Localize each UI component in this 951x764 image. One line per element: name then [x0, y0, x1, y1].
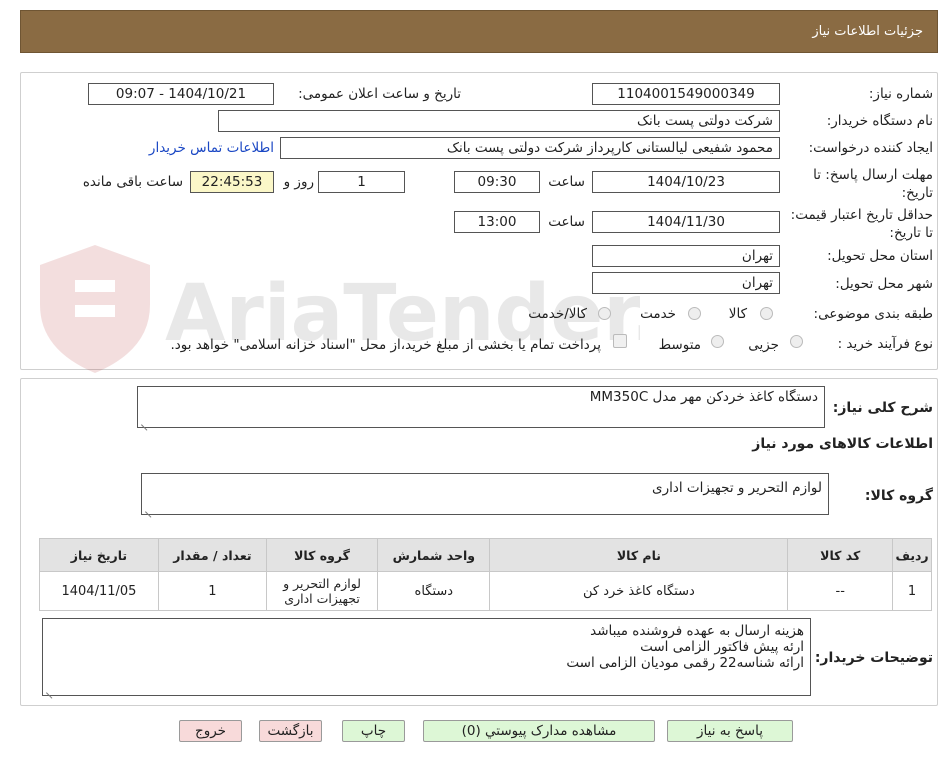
- category-both-radio[interactable]: [598, 307, 611, 320]
- buyer-notes-textarea: هزینه ارسال به عهده فروشنده میباشد ارئه …: [42, 618, 811, 696]
- remaining-time-field: 22:45:53: [190, 171, 274, 193]
- resize-grip-icon: [145, 504, 153, 512]
- print-button[interactable]: چاپ: [342, 720, 405, 742]
- summary-text: دستگاه کاغذ خردکن مهر مدل MM350C: [589, 389, 818, 405]
- validity-time-field: 13:00: [454, 211, 540, 233]
- cell-unit: دستگاه: [377, 571, 491, 611]
- creator-field: محمود شفیعی لیالستانی کارپرداز شرکت دولت…: [280, 137, 780, 159]
- summary-label: شرح کلی نیاز:: [832, 400, 933, 416]
- buyer-note-line: ارئه پیش فاکتور الزامی است: [640, 639, 804, 655]
- category-goods-radio[interactable]: [760, 307, 773, 320]
- days-label: روز و: [283, 174, 314, 190]
- page-title: جزئیات اطلاعات نیاز: [812, 24, 923, 39]
- items-table-header: ردیف کد کالا نام کالا واحد شمارش گروه کا…: [39, 538, 932, 572]
- remaining-time-label: ساعت باقی مانده: [82, 174, 183, 190]
- buyer-org-field: شرکت دولتی پست بانک: [218, 110, 780, 132]
- province-label: استان محل تحویل:: [827, 248, 933, 264]
- goods-group-label: گروه کالا:: [864, 488, 933, 504]
- validity-date-field: 1404/11/30: [592, 211, 780, 233]
- goods-group-textarea: لوازم التحریر و تجهیزات اداری: [141, 473, 829, 515]
- category-label: طبقه بندی موضوعی:: [813, 306, 933, 322]
- view-attachments-button[interactable]: مشاهده مدارک پیوستي (0): [423, 720, 655, 742]
- announce-label: تاریخ و ساعت اعلان عمومی:: [298, 86, 461, 102]
- need-number-label: شماره نیاز:: [868, 86, 933, 102]
- category-goods-label: کالا: [728, 306, 747, 322]
- city-field: تهران: [592, 272, 780, 294]
- creator-label: ایجاد کننده درخواست:: [808, 140, 933, 156]
- col-name-header: نام کالا: [489, 538, 789, 572]
- announce-datetime-field: 1404/10/21 - 09:07: [88, 83, 274, 105]
- process-medium-radio[interactable]: [711, 335, 724, 348]
- goods-group-text: لوازم التحریر و تجهیزات اداری: [652, 480, 822, 496]
- process-medium-label: متوسط: [658, 337, 701, 353]
- reply-deadline-label: مهلت ارسال پاسخ: تا تاریخ:: [813, 167, 933, 201]
- page-header: جزئیات اطلاعات نیاز: [20, 10, 938, 53]
- goods-info-title: اطلاعات کالاهای مورد نیاز: [752, 436, 933, 452]
- col-row-header: ردیف: [892, 538, 932, 572]
- exit-button[interactable]: خروج: [179, 720, 242, 742]
- validity-time-label: ساعت: [548, 214, 585, 230]
- buyer-org-label: نام دستگاه خریدار:: [826, 113, 933, 129]
- reply-time-field: 09:30: [454, 171, 540, 193]
- need-number-field: 1104001549000349: [592, 83, 780, 105]
- days-remaining-field: 1: [318, 171, 405, 193]
- cell-row: 1: [892, 571, 932, 611]
- process-label: نوع فرآیند خرید :: [837, 336, 933, 352]
- col-group-header: گروه کالا: [265, 538, 379, 572]
- col-qty-header: تعداد / مقدار: [157, 538, 267, 572]
- resize-grip-icon: [46, 685, 54, 693]
- category-service-radio[interactable]: [688, 307, 701, 320]
- cell-code: --: [787, 571, 894, 611]
- category-service-label: خدمت: [640, 306, 676, 322]
- process-minor-radio[interactable]: [790, 335, 803, 348]
- col-date-header: تاریخ نیاز: [39, 538, 159, 572]
- reply-date-field: 1404/10/23: [592, 171, 780, 193]
- reply-button[interactable]: پاسخ به نیاز: [667, 720, 793, 742]
- resize-grip-icon: [141, 417, 149, 425]
- treasury-payment-note: پرداخت تمام یا بخشی از مبلغ خرید،از محل …: [170, 337, 601, 353]
- cell-date: 1404/11/05: [39, 571, 159, 611]
- price-validity-label: حداقل تاریخ اعتبار قیمت: تا تاریخ:: [790, 207, 933, 241]
- province-field: تهران: [592, 245, 780, 267]
- col-unit-header: واحد شمارش: [377, 538, 491, 572]
- buyer-contact-link[interactable]: اطلاعات تماس خریدار: [149, 140, 274, 156]
- summary-textarea: دستگاه کاغذ خردکن مهر مدل MM350C: [137, 386, 825, 428]
- cell-group: لوازم التحریر و تجهیزات اداری: [265, 571, 379, 611]
- col-code-header: کد کالا: [787, 538, 894, 572]
- table-row: 1 -- دستگاه کاغذ خرد کن دستگاه لوازم الت…: [39, 571, 932, 611]
- reply-time-label: ساعت: [548, 174, 585, 190]
- cell-name: دستگاه کاغذ خرد کن: [489, 571, 789, 611]
- back-button[interactable]: بازگشت: [259, 720, 322, 742]
- cell-qty: 1: [157, 571, 267, 611]
- buyer-note-line: ارائه شناسه22 رقمی مودیان الزامی است: [566, 655, 804, 671]
- process-minor-label: جزیی: [748, 337, 779, 353]
- buyer-notes-label: توضیحات خریدار:: [814, 650, 933, 666]
- category-both-label: کالا/خدمت: [528, 306, 587, 322]
- city-label: شهر محل تحویل:: [835, 276, 933, 292]
- treasury-payment-checkbox[interactable]: [613, 334, 627, 348]
- items-table: ردیف کد کالا نام کالا واحد شمارش گروه کا…: [39, 538, 932, 611]
- buyer-note-line: هزینه ارسال به عهده فروشنده میباشد: [590, 623, 804, 639]
